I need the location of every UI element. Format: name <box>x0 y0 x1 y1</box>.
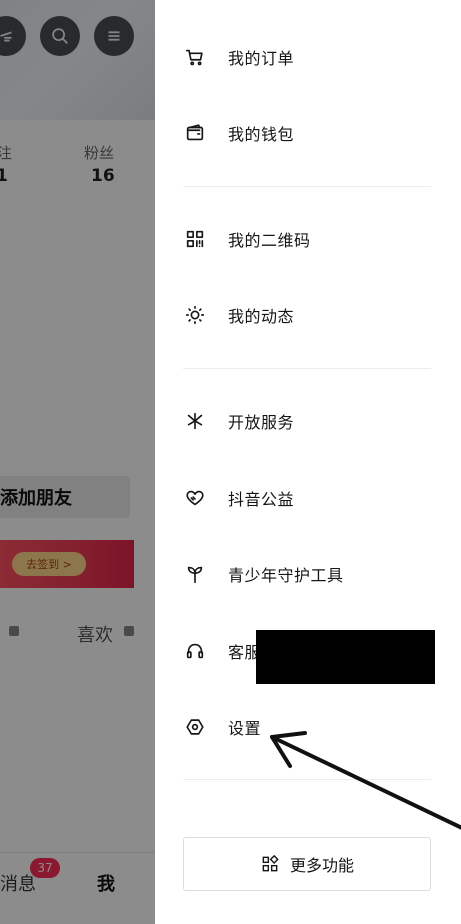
menu-item-label: 青少年守护工具 <box>228 566 344 585</box>
menu-item-activity[interactable]: 我的动态 <box>183 295 443 335</box>
overlay-scrim[interactable] <box>0 0 155 924</box>
menu-divider <box>183 779 431 780</box>
more-features-label: 更多功能 <box>289 856 354 875</box>
menu-item-label: 我的钱包 <box>228 125 295 144</box>
redaction-box <box>256 630 435 684</box>
qr-code-icon <box>183 227 207 251</box>
menu-divider <box>183 186 431 187</box>
charity-heart-icon <box>183 486 207 510</box>
headset-icon <box>183 639 207 663</box>
activity-icon <box>183 303 207 327</box>
settings-hexagon-icon <box>183 715 207 739</box>
menu-item-open-service[interactable]: 开放服务 <box>183 401 443 441</box>
menu-item-qr-code[interactable]: 我的二维码 <box>183 219 443 259</box>
sprout-icon <box>183 562 207 586</box>
side-drawer: 我的订单 我的钱包 我的二维码 我的动态 开放服务 抖音公益 青少年守护工具 客… <box>155 0 461 924</box>
menu-item-orders[interactable]: 我的订单 <box>183 37 443 77</box>
menu-item-charity[interactable]: 抖音公益 <box>183 478 443 518</box>
menu-item-label: 开放服务 <box>228 413 295 432</box>
menu-divider <box>183 368 431 369</box>
wallet-icon <box>183 121 207 145</box>
menu-item-youth-protection[interactable]: 青少年守护工具 <box>183 554 443 594</box>
menu-item-wallet[interactable]: 我的钱包 <box>183 113 443 153</box>
menu-item-label: 我的动态 <box>228 307 295 326</box>
menu-item-label: 我的订单 <box>228 49 295 68</box>
menu-item-label: 设置 <box>228 719 262 738</box>
open-service-icon <box>183 409 207 433</box>
menu-item-label: 我的二维码 <box>228 231 311 250</box>
menu-item-settings[interactable]: 设置 <box>183 707 443 747</box>
grid-apps-icon <box>262 854 279 872</box>
menu-item-label: 抖音公益 <box>228 490 295 509</box>
cart-icon <box>183 45 207 69</box>
more-features-button[interactable]: 更多功能 <box>183 837 431 891</box>
